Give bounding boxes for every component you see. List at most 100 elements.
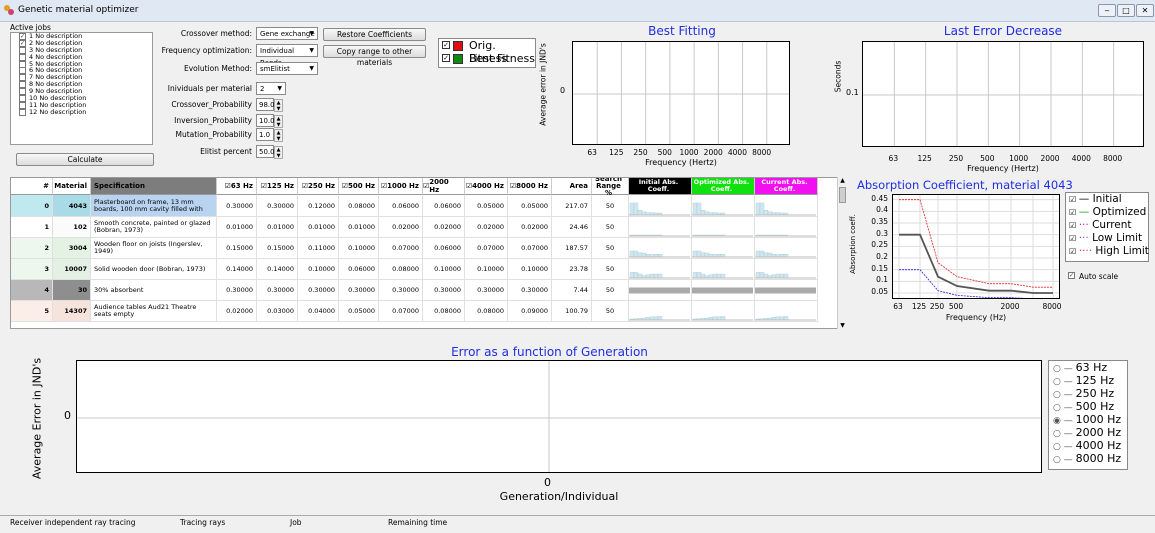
table-cell[interactable]: 7.44 bbox=[552, 280, 592, 301]
column-header-f125[interactable]: ☑ 125 Hz bbox=[257, 178, 298, 195]
table-cell[interactable]: 50 bbox=[592, 195, 629, 217]
evolution-method-select[interactable]: smElitist ▼ bbox=[256, 62, 318, 75]
scroll-down-icon[interactable]: ▼ bbox=[838, 322, 847, 329]
table-cell[interactable]: 0.10000 bbox=[508, 259, 552, 280]
table-cell[interactable]: 0.11000 bbox=[298, 238, 339, 259]
table-cell[interactable]: 0.14000 bbox=[217, 259, 257, 280]
checkbox-icon[interactable]: ☑ bbox=[1069, 195, 1079, 204]
table-cell[interactable]: 0.02000 bbox=[508, 217, 552, 238]
mini-plot-cell[interactable] bbox=[629, 280, 692, 301]
radio-icon[interactable]: ○ — bbox=[1053, 403, 1076, 413]
table-cell[interactable]: 0.30000 bbox=[465, 280, 508, 301]
column-header-optimized[interactable]: Optimized Abs. Coeff. bbox=[692, 178, 755, 195]
mini-plot-cell[interactable] bbox=[755, 259, 818, 280]
frequency-radio-item[interactable]: ○ — 2000 Hz bbox=[1049, 426, 1127, 439]
mini-plot-cell[interactable] bbox=[629, 238, 692, 259]
table-cell[interactable]: 0.01000 bbox=[298, 217, 339, 238]
table-cell[interactable]: 0.15000 bbox=[257, 238, 298, 259]
absorption-legend-item[interactable]: ☑ — Optimized bbox=[1066, 206, 1148, 219]
column-header-f1000[interactable]: ☑ 1000 Hz bbox=[379, 178, 423, 195]
spin-arrows-icon[interactable]: ▲ ▼ bbox=[274, 99, 283, 112]
table-cell[interactable]: 0.04000 bbox=[298, 301, 339, 322]
mini-plot-cell[interactable] bbox=[755, 301, 818, 322]
table-cell[interactable]: 0.30000 bbox=[257, 280, 298, 301]
radio-icon[interactable]: ○ — bbox=[1053, 390, 1076, 400]
table-cell[interactable]: 50 bbox=[592, 259, 629, 280]
radio-icon[interactable]: ○ — bbox=[1053, 455, 1076, 465]
mini-plot-cell[interactable] bbox=[692, 259, 755, 280]
column-header-num[interactable]: # bbox=[11, 178, 53, 195]
elitist-percent-input[interactable]: 50.0 ▲ ▼ bbox=[256, 145, 283, 159]
table-cell[interactable]: 0.14000 bbox=[257, 259, 298, 280]
scrollbar-thumb[interactable] bbox=[839, 187, 846, 203]
table-cell[interactable]: 0.30000 bbox=[217, 280, 257, 301]
checkbox-icon[interactable] bbox=[19, 108, 26, 116]
frequency-radio-item[interactable]: ○ — 4000 Hz bbox=[1049, 439, 1127, 452]
absorption-legend-item[interactable]: ☑ ··· Current bbox=[1066, 219, 1148, 232]
radio-icon[interactable]: ○ — bbox=[1053, 429, 1076, 439]
table-cell[interactable]: 0.30000 bbox=[339, 280, 379, 301]
checkbox-icon[interactable]: ☑ bbox=[1069, 221, 1079, 230]
spin-arrows-icon[interactable]: ▲ ▼ bbox=[274, 129, 283, 142]
table-cell[interactable]: 0.30000 bbox=[508, 280, 552, 301]
crossover-method-select[interactable]: Gene exchange ▼ bbox=[256, 27, 318, 40]
absorption-legend-item[interactable]: ☑ ···· High Limit bbox=[1066, 245, 1149, 258]
mini-plot-cell[interactable] bbox=[692, 217, 755, 238]
table-cell[interactable]: 0.07000 bbox=[379, 301, 423, 322]
table-cell[interactable]: 217.07 bbox=[552, 195, 592, 217]
frequency-radio-item[interactable]: ○ — 125 Hz bbox=[1049, 374, 1127, 387]
checkbox-icon[interactable]: ✓ bbox=[442, 54, 450, 62]
table-cell[interactable]: 3004 bbox=[53, 238, 91, 259]
table-cell[interactable]: 10007 bbox=[53, 259, 91, 280]
mini-plot-cell[interactable] bbox=[692, 195, 755, 217]
radio-icon[interactable]: ○ — bbox=[1053, 442, 1076, 452]
individuals-select[interactable]: 2 ▼ bbox=[256, 82, 286, 95]
column-header-current[interactable]: Current Abs. Coeff. bbox=[755, 178, 818, 195]
table-cell[interactable]: 0.07000 bbox=[465, 238, 508, 259]
spin-arrows-icon[interactable]: ▲ ▼ bbox=[274, 146, 283, 159]
spin-arrows-icon[interactable]: ▲ ▼ bbox=[274, 115, 283, 128]
table-cell[interactable]: 0.01000 bbox=[339, 217, 379, 238]
table-cell[interactable]: 4 bbox=[11, 280, 53, 301]
table-cell[interactable]: 0.05000 bbox=[508, 195, 552, 217]
table-cell[interactable]: Smooth concrete, painted or glazed (Bobr… bbox=[91, 217, 217, 238]
checkbox-icon[interactable]: ✓ bbox=[442, 41, 450, 49]
mini-plot-cell[interactable] bbox=[755, 217, 818, 238]
checkbox-icon[interactable]: ☑ bbox=[1069, 208, 1079, 217]
table-cell[interactable]: 0.07000 bbox=[508, 238, 552, 259]
table-cell[interactable]: 0.02000 bbox=[465, 217, 508, 238]
table-cell[interactable]: 24.46 bbox=[552, 217, 592, 238]
column-header-f8000[interactable]: ☑ 8000 Hz bbox=[508, 178, 552, 195]
absorption-legend-item[interactable]: ☑ ··· Low Limit bbox=[1066, 232, 1148, 245]
table-cell[interactable]: 0.02000 bbox=[379, 217, 423, 238]
radio-selected-icon[interactable]: ◉ — bbox=[1053, 416, 1076, 426]
table-cell[interactable]: 0.01000 bbox=[257, 217, 298, 238]
table-cell[interactable]: 0.06000 bbox=[423, 195, 465, 217]
table-cell[interactable]: 1 bbox=[11, 217, 53, 238]
mini-plot-cell[interactable] bbox=[629, 301, 692, 322]
table-cell[interactable]: 0.15000 bbox=[217, 238, 257, 259]
table-cell[interactable]: Solid wooden door (Bobran, 1973) bbox=[91, 259, 217, 280]
auto-scale-checkbox[interactable]: ✓ Auto scale bbox=[1068, 272, 1118, 281]
frequency-radio-item[interactable]: ○ — 63 Hz bbox=[1049, 361, 1127, 374]
table-cell[interactable]: 50 bbox=[592, 280, 629, 301]
mini-plot-cell[interactable] bbox=[629, 195, 692, 217]
mini-plot-cell[interactable] bbox=[755, 195, 818, 217]
table-cell[interactable]: 50 bbox=[592, 238, 629, 259]
column-header-material[interactable]: Material bbox=[53, 178, 91, 195]
table-cell[interactable]: 0.08000 bbox=[423, 301, 465, 322]
mini-plot-cell[interactable] bbox=[692, 301, 755, 322]
table-cell[interactable]: 14307 bbox=[53, 301, 91, 322]
maximize-button[interactable]: □ bbox=[1117, 4, 1135, 17]
table-cell[interactable]: 0.03000 bbox=[257, 301, 298, 322]
frequency-radio-item[interactable]: ◉ — 1000 Hz bbox=[1049, 413, 1127, 426]
table-cell[interactable]: 0.06000 bbox=[423, 238, 465, 259]
table-cell[interactable]: 50 bbox=[592, 217, 629, 238]
table-cell[interactable]: 0.12000 bbox=[298, 195, 339, 217]
radio-icon[interactable]: ○ — bbox=[1053, 364, 1076, 374]
table-cell[interactable]: Plasterboard on frame, 13 mm boards, 100… bbox=[91, 195, 217, 217]
column-header-initial[interactable]: Initial Abs. Coeff. bbox=[629, 178, 692, 195]
table-cell[interactable]: 0.10000 bbox=[423, 259, 465, 280]
absorption-legend-item[interactable]: ☑ — Initial bbox=[1066, 193, 1148, 206]
radio-icon[interactable]: ○ — bbox=[1053, 377, 1076, 387]
